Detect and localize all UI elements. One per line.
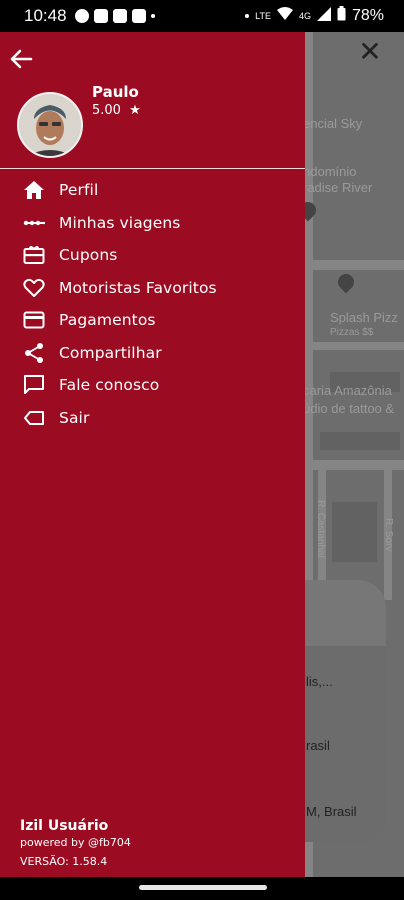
battery-icon (337, 6, 346, 26)
sheet-text: lis,... (306, 674, 333, 689)
menu-item-sair[interactable]: Sair (22, 402, 292, 435)
back-arrow-icon[interactable] (8, 46, 34, 72)
star-icon: ★ (129, 103, 141, 118)
network-type: LTE (255, 10, 271, 21)
status-time: 10:48 (24, 6, 67, 25)
menu-item-label: Motoristas Favoritos (59, 278, 217, 297)
news-icon (93, 9, 108, 23)
more-notifications-icon (150, 14, 155, 18)
menu-item-minhas-viagens[interactable]: Minhas viagens (22, 207, 292, 240)
sheet-text: M, Brasil (306, 804, 357, 819)
exit-tag-icon (22, 406, 46, 430)
gift-card-icon (22, 243, 46, 267)
menu-item-label: Pagamentos (59, 311, 156, 330)
facebook-icon (112, 9, 127, 23)
app-version: VERSÃO: 1.58.4 (20, 855, 108, 868)
map-label: Pizzas $$ (330, 327, 374, 338)
more-dots-icon (22, 211, 46, 235)
status-dot-icon (245, 14, 250, 18)
menu-item-compartilhar[interactable]: Compartilhar (22, 337, 292, 370)
menu-item-label: Minhas viagens (59, 213, 181, 232)
menu-item-label: Fale conosco (59, 376, 160, 395)
map-pin-icon (334, 270, 358, 294)
app-name: Izil Usuário (20, 818, 109, 834)
menu-item-label: Sair (59, 408, 90, 427)
network-gen: 4G (298, 10, 311, 21)
navigation-drawer: Paulo 5.00 ★ Perfil Minhas viagens Cupon… (0, 32, 305, 877)
menu-item-motoristas-favoritos[interactable]: Motoristas Favoritos (22, 272, 292, 305)
credit-card-icon (22, 308, 46, 332)
user-name: Paulo (92, 83, 139, 101)
mail-icon (131, 9, 146, 23)
menu-item-label: Cupons (59, 246, 118, 265)
avatar[interactable] (17, 92, 83, 158)
menu-item-fale-conosco[interactable]: Fale conosco (22, 369, 292, 402)
menu-item-label: Perfil (59, 181, 99, 200)
system-nav-bar (0, 877, 404, 900)
menu-item-cupons[interactable]: Cupons (22, 239, 292, 272)
signal-icon (316, 6, 331, 26)
map-label: ndomínio (303, 164, 357, 179)
divider (0, 168, 305, 169)
drawer-menu: Perfil Minhas viagens Cupons Motoristas … (22, 174, 292, 434)
map-label: caria Amazônia (303, 383, 392, 398)
menu-item-pagamentos[interactable]: Pagamentos (22, 304, 292, 337)
menu-item-label: Compartilhar (59, 343, 162, 362)
home-gesture-handle[interactable] (139, 885, 267, 890)
menu-item-perfil[interactable]: Perfil (22, 174, 292, 207)
sheet-text: rasil (306, 738, 330, 753)
share-icon (22, 341, 46, 365)
close-icon[interactable]: ✕ (356, 38, 384, 66)
street-label: R. Castanhal (315, 500, 326, 558)
map-label: údio de tattoo & (303, 401, 395, 416)
rating-value: 5.00 (92, 103, 121, 118)
whatsapp-icon (74, 9, 89, 23)
map-label: radise River (303, 180, 373, 195)
heart-icon (22, 276, 46, 300)
street-label: R. Sorv (383, 518, 394, 552)
notification-icons (74, 9, 155, 23)
powered-by: powered by @fb704 (20, 836, 131, 849)
status-bar: 10:48 LTE 4G 78% (0, 0, 404, 32)
home-icon (22, 178, 46, 202)
drawer-footer: Izil Usuário powered by @fb704 VERSÃO: 1… (20, 818, 131, 868)
battery-level: 78% (351, 7, 384, 24)
user-rating: 5.00 ★ (92, 103, 141, 118)
map-label: Splash Pizz (330, 310, 398, 325)
map-label: encial Sky (303, 116, 363, 131)
wifi-icon (276, 6, 293, 26)
chat-icon (22, 373, 46, 397)
